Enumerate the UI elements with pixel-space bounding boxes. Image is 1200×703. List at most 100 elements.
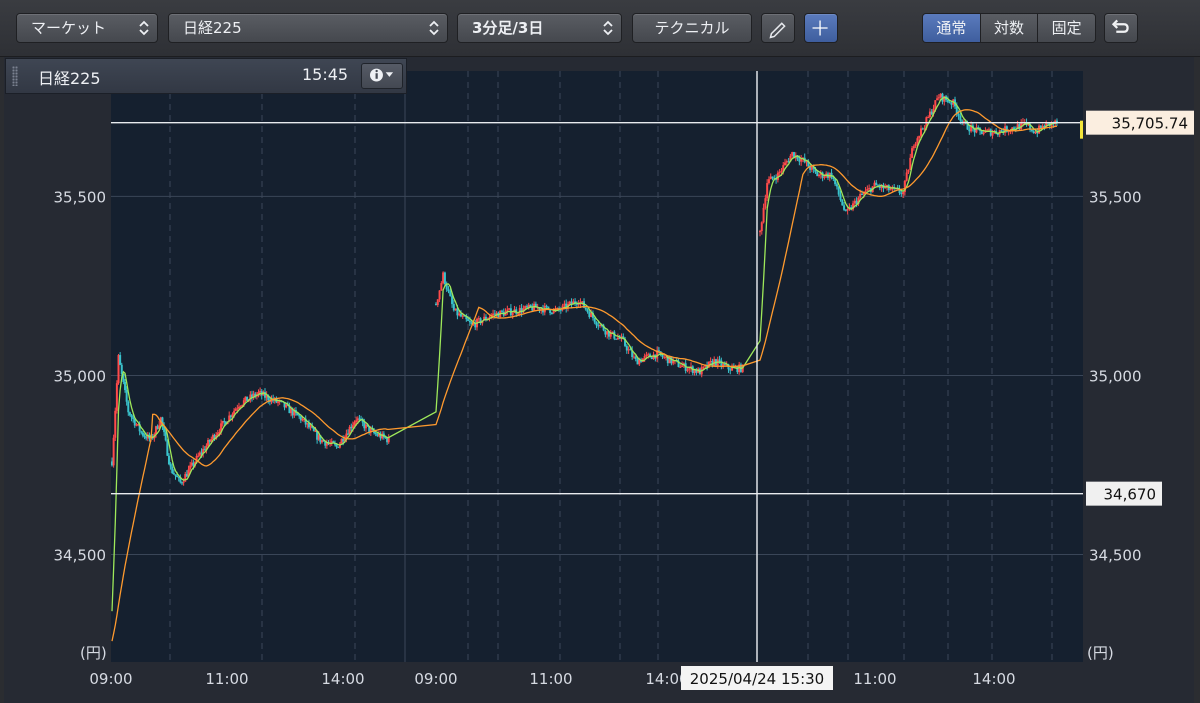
y-tick-left-1: 35,000 xyxy=(54,367,107,385)
candle-body xyxy=(452,304,455,311)
candle-body xyxy=(447,289,450,292)
y-tick-right-2: 35,500 xyxy=(1089,188,1142,206)
candle-body xyxy=(174,474,177,476)
x-tick-4: 11:00 xyxy=(529,670,572,688)
candle-body xyxy=(760,222,763,232)
candle-body xyxy=(866,188,869,191)
candle-body xyxy=(907,169,910,173)
price-line-label-0: 35,705.74 xyxy=(1112,115,1188,133)
y-tick-left-2: 35,500 xyxy=(54,188,107,206)
candle-body xyxy=(120,364,123,375)
candle-body xyxy=(650,357,653,360)
candle-body xyxy=(989,129,992,136)
candle-body xyxy=(176,475,179,478)
candle-body xyxy=(766,183,769,199)
candle-body xyxy=(948,102,951,104)
candle-body xyxy=(645,354,648,357)
candle-body xyxy=(987,129,990,131)
y-tick-right-1: 35,000 xyxy=(1089,367,1142,385)
candle-body xyxy=(771,176,774,179)
info-icon xyxy=(370,68,394,82)
drag-grip-icon[interactable] xyxy=(12,66,18,86)
candle-body xyxy=(604,330,607,335)
info-menu-button[interactable] xyxy=(361,63,403,89)
candle-body xyxy=(1032,131,1035,134)
candle-body xyxy=(720,360,723,367)
candle-body xyxy=(141,432,144,436)
candle-body xyxy=(844,209,847,211)
candle-body xyxy=(458,313,461,316)
candle-body xyxy=(440,283,443,291)
candle-body xyxy=(1000,130,1003,132)
candle-body xyxy=(277,401,280,403)
candle-body xyxy=(584,307,587,310)
candle-body xyxy=(936,98,939,101)
candle-body xyxy=(1013,127,1016,129)
candle-body xyxy=(634,356,637,360)
candle-body xyxy=(975,127,978,133)
x-tick-3: 09:00 xyxy=(414,670,457,688)
plot-area xyxy=(111,71,1083,662)
candle-body xyxy=(823,176,826,178)
candle-body xyxy=(524,306,527,309)
candle-body xyxy=(688,368,691,370)
candle-body xyxy=(816,171,819,177)
candle-body xyxy=(449,291,452,297)
candle-body xyxy=(119,355,122,365)
candle-body xyxy=(442,272,445,284)
candle-body xyxy=(905,172,908,181)
candle-body xyxy=(889,189,892,191)
candle-body xyxy=(167,455,170,465)
candle-body xyxy=(860,193,863,195)
candle-body xyxy=(927,116,930,118)
y-tick-left-0: 34,500 xyxy=(54,547,107,565)
candle-body xyxy=(140,431,143,433)
candle-body xyxy=(709,360,712,362)
candle-body xyxy=(550,313,553,315)
candle-body xyxy=(759,231,761,233)
candle-body xyxy=(114,410,117,438)
candle-body xyxy=(916,138,919,144)
candle-body xyxy=(467,319,470,321)
candle-body xyxy=(616,337,619,340)
price-line-label-1: 34,670 xyxy=(1104,486,1157,504)
candle-body xyxy=(982,132,985,135)
candle-body xyxy=(762,207,765,223)
candle-body xyxy=(918,135,921,139)
candle-body xyxy=(841,199,844,206)
candle-body xyxy=(778,171,781,173)
candle-body xyxy=(928,111,931,117)
candle-body xyxy=(438,290,441,300)
candle-body xyxy=(818,174,821,177)
candle-body xyxy=(991,132,994,136)
candle-body xyxy=(627,349,630,351)
candle-body xyxy=(785,161,788,163)
candle-body xyxy=(980,130,983,135)
candle-body xyxy=(784,162,787,166)
candle-body xyxy=(1034,132,1037,134)
candle-body xyxy=(125,390,128,402)
candle-body xyxy=(939,93,942,98)
info-symbol: 日経225 xyxy=(38,69,101,88)
candle-body xyxy=(595,322,598,326)
candle-body xyxy=(912,146,915,149)
price-chart[interactable]: 35,705.74 34,670 34,500 34,500 35,000 35,000… xyxy=(0,0,1200,703)
candle-body xyxy=(189,465,192,470)
candle-body xyxy=(643,356,646,359)
candle-body xyxy=(468,320,471,323)
candle-body xyxy=(492,313,495,316)
candle-body xyxy=(961,120,964,122)
candle-body xyxy=(930,111,933,115)
candle-body xyxy=(169,464,172,467)
candle-body xyxy=(636,359,639,365)
candle-body xyxy=(236,408,239,410)
candle-body xyxy=(166,440,169,456)
info-panel: 日経225 15:45 xyxy=(5,58,407,94)
candle-body xyxy=(477,318,480,320)
candle-body xyxy=(843,205,846,210)
candle-body xyxy=(681,365,684,367)
unit-label-left: (円) xyxy=(80,644,107,662)
candle-body xyxy=(171,466,174,474)
candle-body xyxy=(950,102,953,105)
candle-body xyxy=(846,209,849,211)
